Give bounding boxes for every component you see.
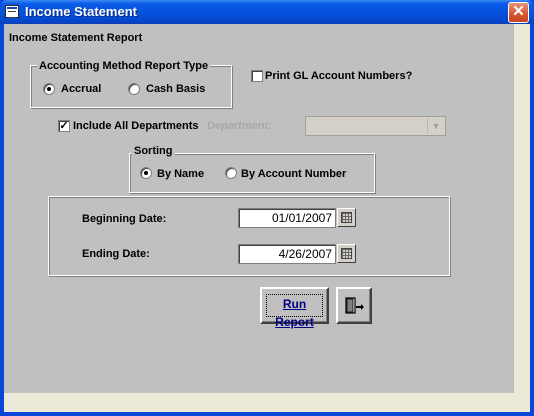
right-gutter [514, 24, 530, 393]
title-bar[interactable]: Income Statement ✕ [0, 0, 534, 24]
form-icon [5, 5, 19, 18]
bottom-gutter [4, 393, 530, 412]
close-icon: ✕ [512, 3, 525, 20]
by-account-number-label: By Account Number [241, 168, 347, 180]
client-area: Income Statement Report Accounting Metho… [4, 24, 530, 412]
calendar-icon [341, 212, 352, 223]
include-all-departments-label: Include All Departments [73, 120, 199, 132]
beginning-date-label: Beginning Date: [82, 213, 167, 225]
sorting-label: Sorting [132, 145, 175, 157]
accounting-method-label: Accounting Method Report Type [37, 60, 211, 72]
department-combo[interactable]: ▼ [305, 116, 446, 136]
close-button[interactable]: ✕ [508, 2, 529, 23]
run-report-label: Run Report [266, 294, 323, 329]
by-name-label: By Name [157, 168, 205, 180]
ending-date-input[interactable]: 4/26/2007 [238, 244, 336, 264]
by-account-number-radio[interactable] [225, 167, 237, 179]
window: Income Statement ✕ Income Statement Repo… [0, 0, 534, 416]
include-all-departments-checkbox[interactable]: ✓ [58, 120, 70, 132]
cash-basis-radio[interactable] [128, 83, 140, 95]
beginning-date-input[interactable]: 01/01/2007 [238, 208, 336, 228]
ending-date-label: Ending Date: [82, 248, 150, 260]
by-name-radio[interactable] [140, 167, 152, 179]
print-gl-checkbox[interactable] [251, 70, 263, 82]
ending-date-calendar-button[interactable] [337, 244, 356, 263]
exit-button[interactable] [336, 287, 372, 324]
run-report-button[interactable]: Run Report [260, 287, 329, 329]
page-title: Income Statement Report [9, 32, 143, 44]
chevron-down-icon[interactable]: ▼ [427, 118, 444, 134]
department-label: Department: [207, 120, 272, 132]
cash-basis-label: Cash Basis [146, 83, 206, 95]
window-title: Income Statement [25, 4, 137, 19]
accrual-label: Accrual [61, 83, 102, 95]
form-area: Income Statement Report Accounting Metho… [4, 24, 514, 393]
calendar-icon [341, 248, 352, 259]
exit-door-icon [345, 297, 364, 314]
accrual-radio[interactable] [43, 83, 55, 95]
print-gl-label: Print GL Account Numbers? [265, 70, 413, 82]
beginning-date-calendar-button[interactable] [337, 208, 356, 227]
